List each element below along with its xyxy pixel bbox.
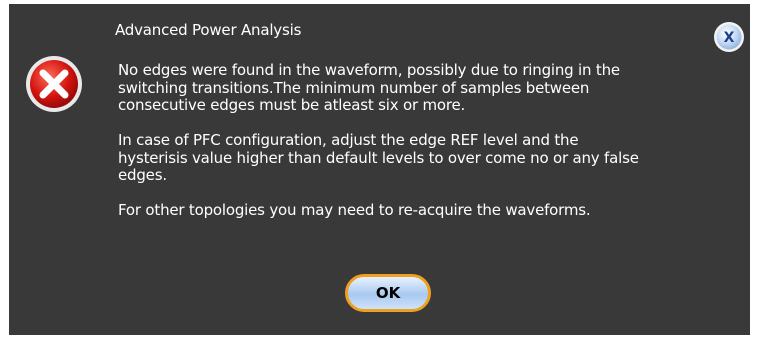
- message-text: No edges were found in the waveform, pos…: [115, 61, 715, 237]
- dialog-title: Advanced Power Analysis: [115, 21, 302, 39]
- message-paragraph: In case of PFC configuration, adjust the…: [118, 131, 639, 184]
- close-button[interactable]: X: [713, 21, 745, 53]
- error-dialog: Advanced Power Analysis X No edges were …: [9, 4, 750, 335]
- error-icon: [26, 56, 82, 112]
- message-paragraph: For other topologies you may need to re-…: [118, 201, 591, 219]
- message-paragraph: No edges were found in the waveform, pos…: [118, 61, 620, 114]
- close-icon: X: [724, 30, 735, 46]
- ok-button[interactable]: OK: [345, 274, 431, 312]
